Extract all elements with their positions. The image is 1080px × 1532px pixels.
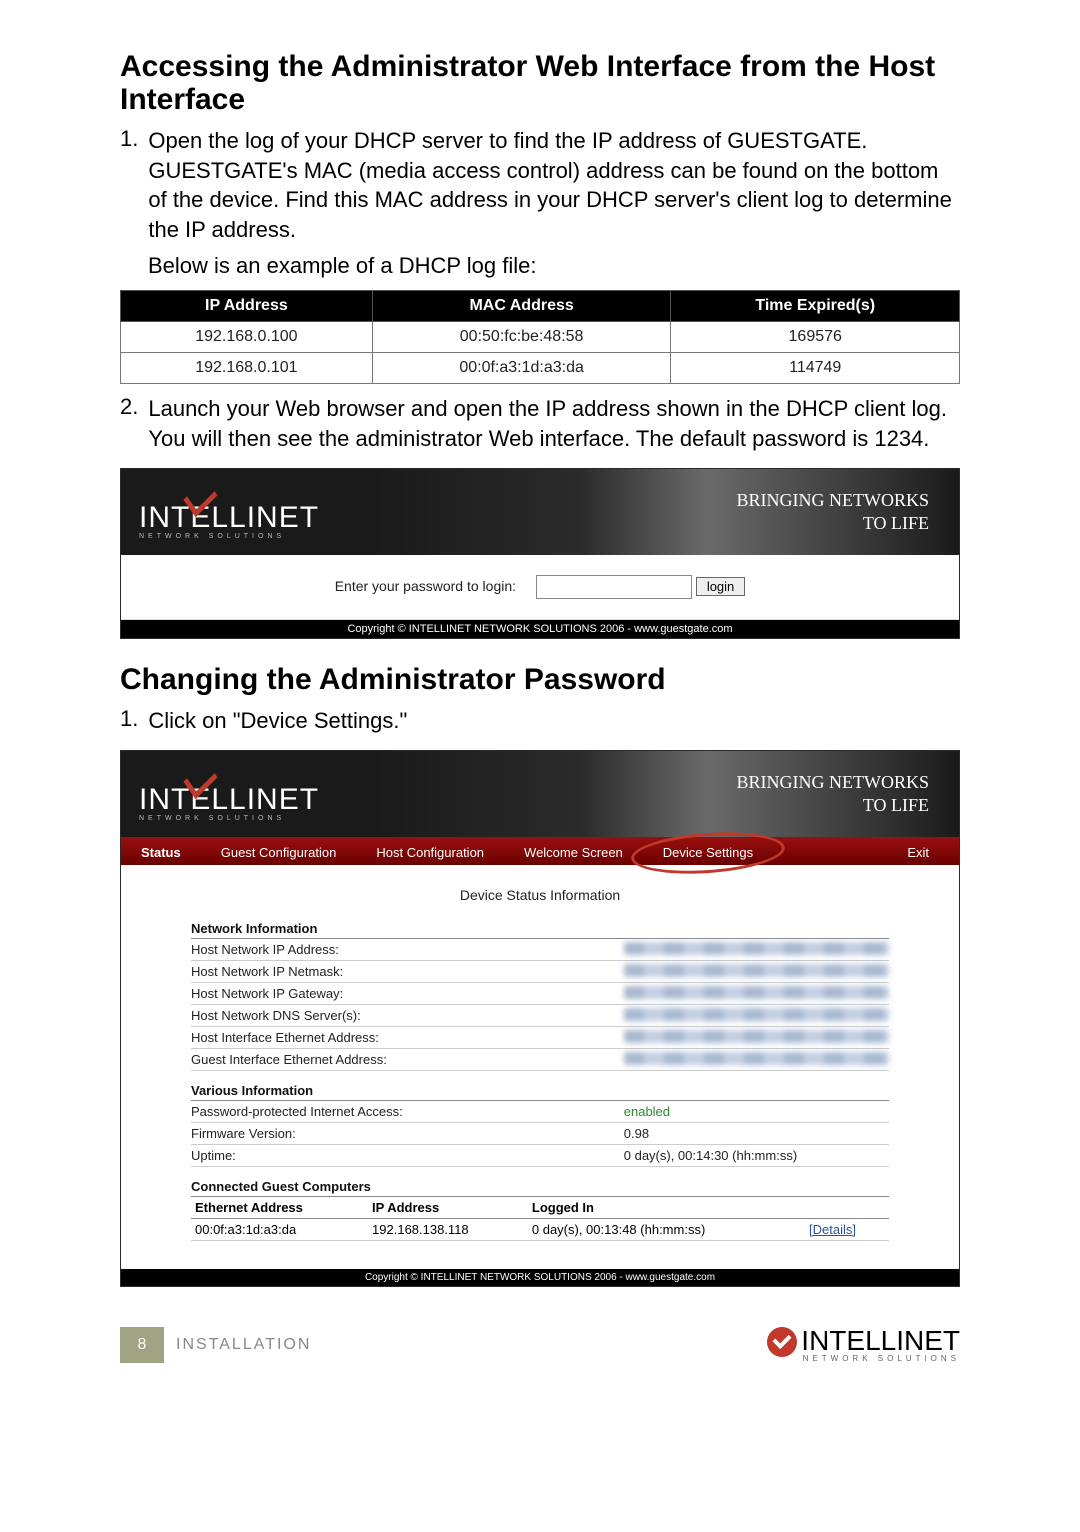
kv-row: Guest Interface Ethernet Address: [191, 1049, 889, 1071]
login-button[interactable]: login [696, 577, 745, 596]
kv-label: Host Network IP Address: [191, 942, 624, 957]
guest-header-ip: IP Address [368, 1197, 528, 1219]
dhcp-header-ip: IP Address [121, 291, 373, 322]
kv-row: Host Network DNS Server(s): [191, 1005, 889, 1027]
footer-intellinet-logo: INTELLINET NETWORK SOLUTIONS [767, 1327, 960, 1363]
brand-tagline: BRINGING NETWORKS TO LIFE [737, 771, 930, 816]
logo-text: INTELLINET [139, 785, 319, 815]
kv-label: Firmware Version: [191, 1126, 624, 1141]
dhcp-header-time: Time Expired(s) [671, 291, 960, 322]
details-link[interactable]: [Details] [809, 1222, 856, 1237]
checkmark-circle-icon [767, 1327, 797, 1357]
password-label: Enter your password to login: [335, 578, 516, 594]
tab-host-configuration[interactable]: Host Configuration [356, 840, 504, 865]
login-screenshot: INTELLINET NETWORK SOLUTIONS BRINGING NE… [120, 468, 960, 639]
kv-value-blurred [624, 1008, 889, 1021]
cell: 192.168.0.101 [121, 353, 373, 384]
footer-logo-sub: NETWORK SOLUTIONS [801, 1355, 960, 1363]
kv-value-blurred [624, 1052, 889, 1065]
kv-row: Host Network IP Address: [191, 939, 889, 961]
group-connected-guests: Connected Guest Computers [191, 1177, 889, 1197]
step-number-2: 2. [120, 394, 138, 453]
kv-value: enabled [624, 1104, 889, 1119]
cell: 192.168.0.100 [121, 322, 373, 353]
status-screenshot: INTELLINET NETWORK SOLUTIONS BRINGING NE… [120, 750, 960, 1287]
kv-label: Uptime: [191, 1148, 624, 1163]
step-2-text: Launch your Web browser and open the IP … [148, 394, 960, 453]
kv-row: Firmware Version:0.98 [191, 1123, 889, 1145]
step-number-1: 1. [120, 126, 138, 245]
footer-section-name: INSTALLATION [176, 1336, 311, 1354]
kv-label: Password-protected Internet Access: [191, 1104, 624, 1119]
dhcp-header-mac: MAC Address [372, 291, 671, 322]
tab-device-settings-label: Device Settings [663, 845, 753, 860]
kv-row: Host Network IP Gateway: [191, 983, 889, 1005]
kv-value-blurred [624, 942, 889, 955]
kv-value-blurred [624, 986, 889, 999]
group-network-info: Network Information [191, 919, 889, 939]
tab-device-settings[interactable]: Device Settings [643, 840, 773, 865]
cell: 114749 [671, 353, 960, 384]
tab-guest-configuration[interactable]: Guest Configuration [201, 840, 357, 865]
group-various-info: Various Information [191, 1081, 889, 1101]
logo-subtitle: NETWORK SOLUTIONS [139, 533, 319, 540]
kv-label: Host Network IP Netmask: [191, 964, 624, 979]
password-input[interactable] [536, 575, 692, 599]
copyright-text: Copyright © INTELLINET NETWORK SOLUTIONS… [121, 620, 959, 638]
tagline-line-2: TO LIFE [737, 794, 930, 817]
table-row: 192.168.0.100 00:50:fc:be:48:58 169576 [121, 322, 960, 353]
kv-row: Password-protected Internet Access:enabl… [191, 1101, 889, 1123]
guest-header-loggedin: Logged In [528, 1197, 805, 1219]
tab-status[interactable]: Status [121, 840, 201, 865]
cell: 00:0f:a3:1d:a3:da [372, 353, 671, 384]
step-1-text: Open the log of your DHCP server to find… [148, 126, 960, 245]
cell: 0 day(s), 00:13:48 (hh:mm:ss) [528, 1218, 805, 1240]
cell: 00:50:fc:be:48:58 [372, 322, 671, 353]
intellinet-logo: INTELLINET NETWORK SOLUTIONS [139, 483, 319, 540]
kv-row: Uptime:0 day(s), 00:14:30 (hh:mm:ss) [191, 1145, 889, 1167]
dhcp-example-caption: Below is an example of a DHCP log file: [148, 251, 960, 281]
brand-tagline: BRINGING NETWORKS TO LIFE [737, 489, 930, 534]
kv-value-blurred [624, 1030, 889, 1043]
step-number-1b: 1. [120, 706, 138, 736]
table-row: 192.168.0.101 00:0f:a3:1d:a3:da 114749 [121, 353, 960, 384]
logo-subtitle: NETWORK SOLUTIONS [139, 815, 319, 822]
tab-exit[interactable]: Exit [887, 840, 959, 865]
guest-header-blank [805, 1197, 889, 1219]
tagline-line-1: BRINGING NETWORKS [737, 771, 930, 794]
tab-welcome-screen[interactable]: Welcome Screen [504, 840, 643, 865]
kv-label: Host Interface Ethernet Address: [191, 1030, 624, 1045]
kv-value: 0 day(s), 00:14:30 (hh:mm:ss) [624, 1148, 889, 1163]
heading-change-password: Changing the Administrator Password [120, 663, 960, 696]
dhcp-log-table: IP Address MAC Address Time Expired(s) 1… [120, 290, 960, 384]
cell: 169576 [671, 322, 960, 353]
guest-header-eth: Ethernet Address [191, 1197, 368, 1219]
kv-value: 0.98 [624, 1126, 889, 1141]
step-1b-text: Click on "Device Settings." [148, 706, 407, 736]
tagline-line-2: TO LIFE [737, 512, 930, 535]
tagline-line-1: BRINGING NETWORKS [737, 489, 930, 512]
kv-row: Host Network IP Netmask: [191, 961, 889, 983]
footer-logo-text: INTELLINET [801, 1325, 960, 1356]
kv-label: Host Network IP Gateway: [191, 986, 624, 1001]
kv-row: Host Interface Ethernet Address: [191, 1027, 889, 1049]
page-number: 8 [120, 1327, 164, 1363]
intellinet-logo: INTELLINET NETWORK SOLUTIONS [139, 765, 319, 822]
cell: 00:0f:a3:1d:a3:da [191, 1218, 368, 1240]
kv-label: Host Network DNS Server(s): [191, 1008, 624, 1023]
kv-label: Guest Interface Ethernet Address: [191, 1052, 624, 1067]
kv-value-blurred [624, 964, 889, 977]
copyright-text: Copyright © INTELLINET NETWORK SOLUTIONS… [121, 1269, 959, 1286]
logo-text: INTELLINET [139, 503, 319, 533]
heading-access-admin: Accessing the Administrator Web Interfac… [120, 50, 960, 116]
status-page-title: Device Status Information [191, 887, 889, 903]
nav-tabs: Status Guest Configuration Host Configur… [121, 837, 959, 865]
guest-computers-table: Ethernet Address IP Address Logged In 00… [191, 1197, 889, 1241]
cell: 192.168.138.118 [368, 1218, 528, 1240]
table-row: 00:0f:a3:1d:a3:da 192.168.138.118 0 day(… [191, 1218, 889, 1240]
